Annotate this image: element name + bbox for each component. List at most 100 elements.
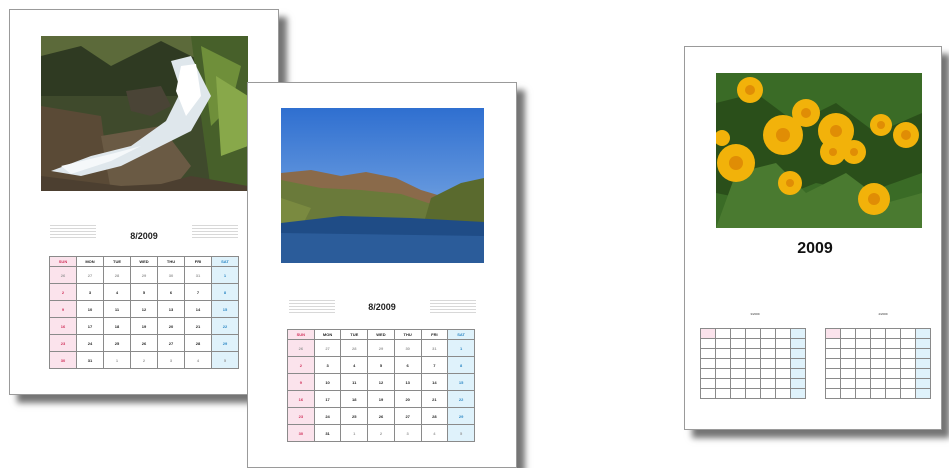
calendar-day-cell <box>715 368 731 379</box>
calendar-day-cell <box>760 388 776 399</box>
calendar-day-cell: 6 <box>157 283 185 301</box>
calendar-day-cell <box>840 378 856 389</box>
calendar-day-cell: 22 <box>211 317 239 335</box>
calendar-day-cell: 10 <box>313 373 342 391</box>
calendar-day-cell <box>885 368 901 379</box>
calendar-day-cell: 5 <box>211 351 239 369</box>
calendar-day-cell: 27 <box>157 334 185 352</box>
calendar-day-cell: 25 <box>103 334 131 352</box>
calendar-day-cell <box>715 358 731 369</box>
calendar-day-cell <box>840 388 856 399</box>
calendar-week-row: 9 10 11 12 13 14 15 <box>287 373 475 391</box>
calendar-day-cell: 26 <box>367 407 395 425</box>
calendar-day-cell <box>900 368 916 379</box>
calendar-day-cell: 29 <box>367 339 395 357</box>
calendar-day-cell: 21 <box>420 390 449 408</box>
calendar-week-row: 2345678 <box>287 356 475 374</box>
calendar-day-cell: 29 <box>211 334 239 352</box>
calendar-day-cell: 4 <box>420 424 449 442</box>
weekday-header: MON <box>313 329 342 340</box>
weekday-header: SAT <box>447 329 475 340</box>
month-title: 8/2009 <box>130 231 158 241</box>
calendar-day-cell <box>745 378 761 389</box>
calendar-day-cell: 4 <box>103 283 131 301</box>
calendar-day-cell: 28 <box>340 339 369 357</box>
calendar-day-cell <box>715 338 731 349</box>
calendar-day-cell <box>870 378 886 389</box>
calendar-day-cell: 31 <box>76 351 104 369</box>
calendar-week-row <box>700 338 806 349</box>
calendar-day-cell: 16 <box>287 390 315 408</box>
calendar-day-cell <box>900 388 916 399</box>
calendar-day-cell: 28 <box>420 407 449 425</box>
calendar-day-cell <box>790 328 806 339</box>
calendar-day-cell: 18 <box>103 317 131 335</box>
calendar-day-cell <box>745 338 761 349</box>
calendar-day-cell <box>855 368 871 379</box>
calendar-week-row <box>825 358 931 369</box>
calendar-day-cell <box>840 328 856 339</box>
calendar-day-cell: 31 <box>420 339 449 357</box>
calendar-day-cell: 25 <box>340 407 369 425</box>
calendar-day-cell: 4 <box>340 356 369 374</box>
calendar-day-cell <box>885 358 901 369</box>
calendar-day-cell <box>900 348 916 359</box>
calendar-day-cell <box>915 388 931 399</box>
calendar-day-cell: 2 <box>49 283 77 301</box>
month-calendar-table: SUN MON TUE WED THU FRI SAT 26 27 28 29 30 31… <box>49 256 239 369</box>
calendar-day-cell <box>700 378 716 389</box>
calendar-day-cell: 30 <box>287 424 315 442</box>
calendar-day-cell <box>730 378 746 389</box>
calendar-day-cell: 12 <box>367 373 395 391</box>
calendar-day-cell: 29 <box>447 407 475 425</box>
calendar-week-row <box>700 378 806 389</box>
calendar-day-cell <box>745 368 761 379</box>
calendar-day-cell: 4 <box>184 351 212 369</box>
calendar-day-cell: 27 <box>76 266 104 284</box>
calendar-week-row <box>825 378 931 389</box>
weekday-header: FRI <box>420 329 449 340</box>
calendar-day-cell <box>825 348 841 359</box>
calendar-day-cell <box>915 348 931 359</box>
calendar-day-cell <box>915 358 931 369</box>
mini-calendar-next <box>430 292 476 315</box>
calendar-day-cell <box>915 378 931 389</box>
calendar-day-cell <box>870 348 886 359</box>
calendar-day-cell: 6 <box>393 356 422 374</box>
calendar-week-row: 30 31 1 2 3 4 5 <box>49 351 239 369</box>
calendar-day-cell: 3 <box>393 424 422 442</box>
calendar-day-cell <box>840 348 856 359</box>
weekday-header: THU <box>393 329 422 340</box>
calendar-week-row: 9 10 11 12 13 14 15 <box>49 300 239 318</box>
calendar-day-cell <box>715 348 731 359</box>
calendar-week-row: 16 17 18 19 20 21 22 <box>49 317 239 335</box>
calendar-week-row <box>700 388 806 399</box>
calendar-day-cell: 24 <box>76 334 104 352</box>
calendar-day-cell <box>700 358 716 369</box>
weekday-header: SUN <box>49 256 77 267</box>
calendar-day-cell <box>790 388 806 399</box>
calendar-week-row: 16 17 18 19 20 21 22 <box>287 390 475 408</box>
calendar-day-cell <box>790 358 806 369</box>
calendar-day-cell: 29 <box>130 266 158 284</box>
calendar-day-cell: 7 <box>184 283 212 301</box>
calendar-day-cell: 5 <box>447 424 475 442</box>
calendar-week-row: 2345678 <box>49 283 239 301</box>
calendar-day-cell <box>790 378 806 389</box>
calendar-day-cell <box>730 338 746 349</box>
calendar-day-cell: 19 <box>367 390 395 408</box>
calendar-day-cell <box>775 338 791 349</box>
calendar-day-cell: 1 <box>103 351 131 369</box>
calendar-day-cell: 11 <box>103 300 131 318</box>
calendar-day-cell: 5 <box>130 283 158 301</box>
calendar-day-cell: 2 <box>130 351 158 369</box>
lake-photo <box>281 108 484 263</box>
calendar-day-cell: 28 <box>184 334 212 352</box>
calendar-day-cell <box>775 368 791 379</box>
calendar-day-cell <box>760 338 776 349</box>
calendar-day-cell <box>900 358 916 369</box>
calendar-day-cell: 19 <box>130 317 158 335</box>
calendar-day-cell: 12 <box>130 300 158 318</box>
weekday-header: SUN <box>287 329 315 340</box>
flower-photo <box>716 73 922 228</box>
